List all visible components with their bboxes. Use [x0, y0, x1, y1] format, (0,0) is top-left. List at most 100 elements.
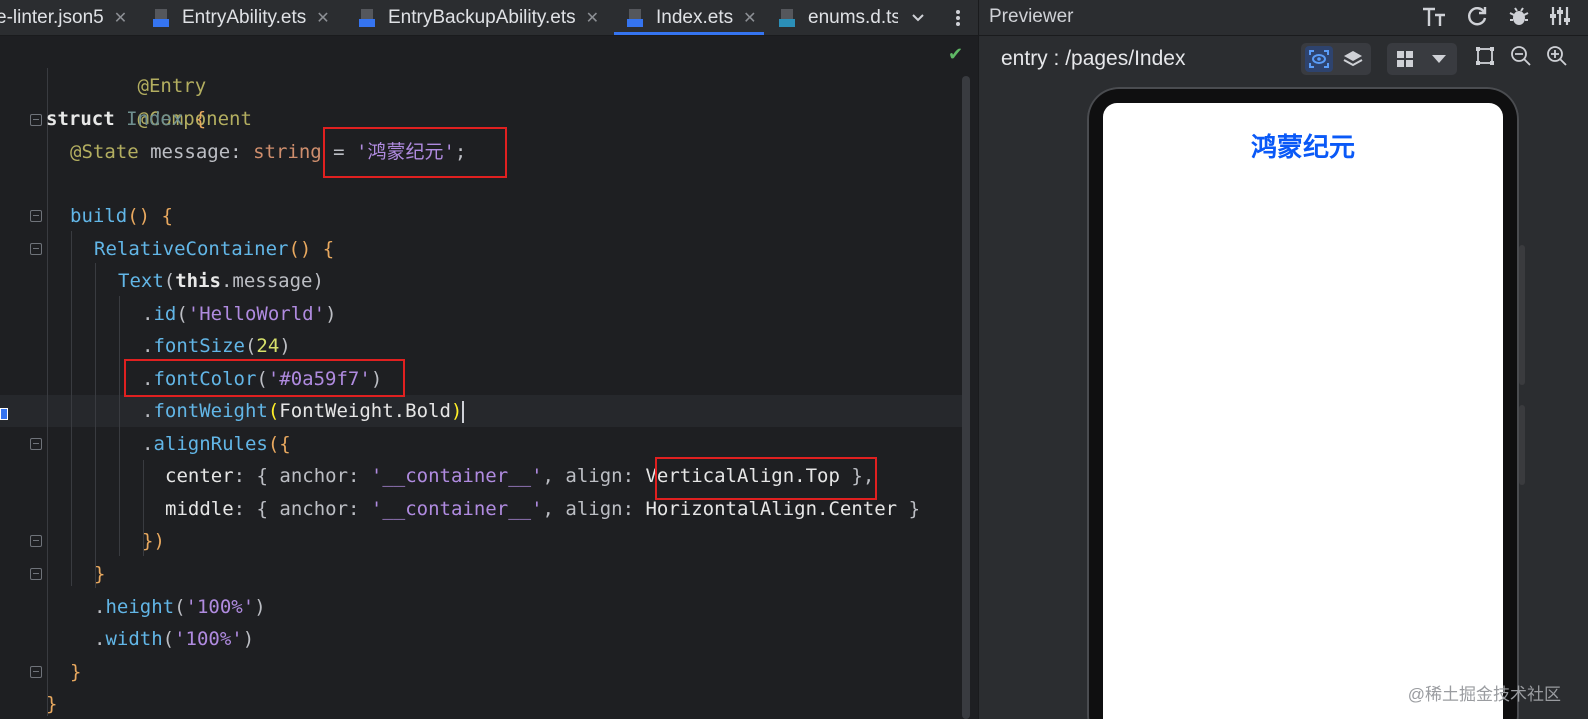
settings-icon[interactable] [1549, 4, 1571, 28]
fit-icon [1476, 47, 1494, 65]
debug-icon[interactable] [1507, 4, 1531, 28]
editor-scrollbar[interactable] [962, 76, 970, 719]
code-token: ) [450, 400, 463, 422]
ets-file-icon [627, 8, 643, 27]
highlight-box-message [323, 127, 507, 178]
check-icon[interactable]: ✔ [948, 44, 963, 65]
code-token: this [175, 270, 221, 292]
fold-marker[interactable] [30, 210, 42, 222]
ets-file-icon [359, 8, 375, 27]
code-token: ) [325, 303, 337, 325]
fold-marker[interactable] [30, 114, 42, 126]
tab-oh-package-linter[interactable]: e-linter.json5 ✕ [0, 0, 127, 35]
code-token: alignRules [153, 433, 268, 455]
code-token: middle [165, 498, 234, 520]
code-line-2: @Component [46, 71, 252, 130]
code-line-19: } [70, 656, 81, 688]
code-token: ( [174, 596, 186, 618]
code-token: } [897, 498, 921, 520]
code-token: ( [163, 270, 176, 292]
bookmark-marker[interactable] [0, 408, 8, 420]
fold-marker[interactable] [30, 666, 42, 678]
code-token: , align: [542, 465, 646, 487]
highlight-box-verticalalign [655, 457, 877, 500]
grid-icon [1397, 51, 1413, 67]
tab-index[interactable]: Index.ets ✕ [614, 0, 764, 35]
zoom-out-icon [1511, 46, 1531, 66]
layers-button[interactable] [1339, 46, 1367, 72]
fold-marker[interactable] [30, 568, 42, 580]
inspect-icon [1309, 50, 1329, 68]
tab-more-button[interactable] [950, 0, 966, 35]
code-token: width [105, 628, 163, 650]
device-side-button [1519, 405, 1525, 485]
tab-label: EntryAbility.ets [182, 6, 307, 28]
code-token: } [94, 563, 106, 585]
tab-enums-dts[interactable]: enums.d.ts [778, 0, 898, 35]
indent-guide [71, 231, 72, 586]
layers-icon [1343, 51, 1363, 67]
device-side-button [1519, 245, 1525, 385]
code-line-17: .height('100%') [94, 591, 266, 623]
code-token: '100%' [185, 596, 255, 618]
code-token: HorizontalAlign.Center [645, 498, 898, 520]
code-token: struct [46, 108, 115, 130]
code-token: build [70, 205, 128, 227]
preview-text-helloworld[interactable]: 鸿蒙纪元 [1103, 127, 1503, 164]
code-token: ) [242, 628, 255, 650]
inspect-button[interactable] [1305, 46, 1333, 72]
code-token: 'HelloWorld' [187, 303, 326, 325]
code-token: RelativeContainer [94, 238, 289, 260]
fold-marker[interactable] [30, 438, 42, 450]
code-line-6: RelativeContainer() { [94, 233, 334, 265]
zoom-in-button[interactable] [1543, 43, 1571, 69]
fold-marker[interactable] [30, 535, 42, 547]
code-token: . [142, 400, 154, 422]
code-token: ( [176, 303, 188, 325]
refresh-icon[interactable] [1465, 4, 1489, 28]
code-token: string [253, 141, 322, 163]
ts-file-icon [779, 8, 795, 27]
zoom-out-button[interactable] [1507, 43, 1535, 69]
code-token: @State [70, 141, 139, 163]
code-token: . [142, 433, 154, 455]
tab-label: e-linter.json5 [0, 6, 104, 28]
font-size-icon[interactable] [1421, 4, 1447, 30]
device-frame: 鸿蒙纪元 [1087, 87, 1519, 719]
code-line-5: build() { [70, 200, 173, 232]
device-dropdown-button[interactable] [1425, 46, 1453, 72]
tab-entryability[interactable]: EntryAbility.ets ✕ [152, 0, 330, 35]
previewer-pane: Previewer entry : /pages/Index 鸿蒙纪元 @稀土掘… [978, 0, 1588, 719]
close-icon[interactable]: ✕ [743, 8, 756, 28]
device-grid-button[interactable] [1391, 46, 1419, 72]
device-screen[interactable]: 鸿蒙纪元 [1103, 103, 1503, 719]
close-icon[interactable]: ✕ [114, 8, 127, 28]
fit-button[interactable] [1471, 43, 1499, 69]
tab-label: EntryBackupAbility.ets [388, 6, 576, 28]
previewer-title: Previewer [989, 6, 1074, 27]
code-token: 24 [256, 335, 280, 357]
code-token: fontSize [153, 335, 245, 357]
code-token: : { anchor: [233, 498, 371, 520]
code-token: ( [162, 628, 175, 650]
previewer-device-group [1387, 43, 1457, 75]
tab-overflow-button[interactable] [910, 0, 926, 35]
code-token: '__container__' [370, 498, 543, 520]
tab-entrybackupability[interactable]: EntryBackupAbility.ets ✕ [358, 0, 599, 35]
code-token: '__container__' [370, 465, 543, 487]
code-token: }) [142, 530, 165, 552]
code-area[interactable]: @Entry @Component struct Index { @State … [0, 36, 978, 719]
ets-file-icon [153, 8, 169, 27]
close-icon[interactable]: ✕ [586, 8, 599, 28]
fold-marker[interactable] [30, 243, 42, 255]
close-icon[interactable]: ✕ [316, 8, 329, 28]
previewer-route: entry : /pages/Index [1001, 47, 1186, 70]
previewer-view-toggle [1301, 43, 1371, 75]
chevron-down-icon [912, 13, 924, 21]
editor-gutter [0, 36, 40, 719]
code-token: ) [254, 596, 266, 618]
code-token: ({ [267, 433, 291, 455]
code-token: id [153, 303, 177, 325]
code-token: , align: [542, 498, 646, 520]
text-cursor [462, 400, 465, 423]
